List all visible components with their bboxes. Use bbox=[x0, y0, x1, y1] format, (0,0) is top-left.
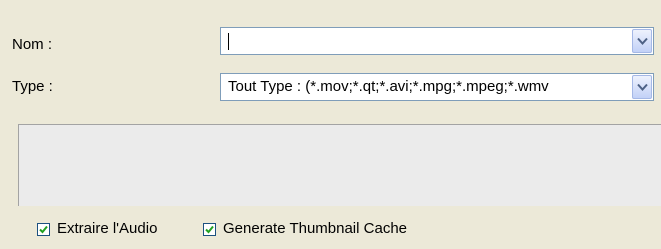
chevron-down-icon bbox=[637, 83, 648, 91]
thumbnail-cache-option[interactable]: Generate Thumbnail Cache bbox=[203, 220, 407, 238]
type-value[interactable]: Tout Type : (*.mov;*.qt;*.avi;*.mpg;*.mp… bbox=[228, 78, 623, 96]
chevron-down-icon bbox=[637, 37, 648, 45]
type-label: Type : bbox=[12, 78, 53, 95]
type-combobox[interactable]: Tout Type : (*.mov;*.qt;*.avi;*.mpg;*.mp… bbox=[220, 73, 654, 101]
type-dropdown-button[interactable] bbox=[632, 75, 652, 99]
extract-audio-label[interactable]: Extraire l'Audio bbox=[57, 220, 157, 238]
thumbnail-cache-checkbox[interactable] bbox=[203, 222, 216, 236]
name-label: Nom : bbox=[12, 36, 53, 53]
preview-panel bbox=[18, 124, 661, 206]
extract-audio-option[interactable]: Extraire l'Audio bbox=[37, 220, 157, 238]
name-dropdown-button[interactable] bbox=[632, 29, 652, 53]
checkmark-icon bbox=[39, 225, 48, 233]
checkmark-icon bbox=[205, 225, 214, 233]
name-combobox[interactable] bbox=[220, 27, 654, 55]
text-caret bbox=[228, 33, 229, 50]
extract-audio-checkbox[interactable] bbox=[37, 222, 50, 236]
thumbnail-cache-label[interactable]: Generate Thumbnail Cache bbox=[223, 220, 407, 238]
